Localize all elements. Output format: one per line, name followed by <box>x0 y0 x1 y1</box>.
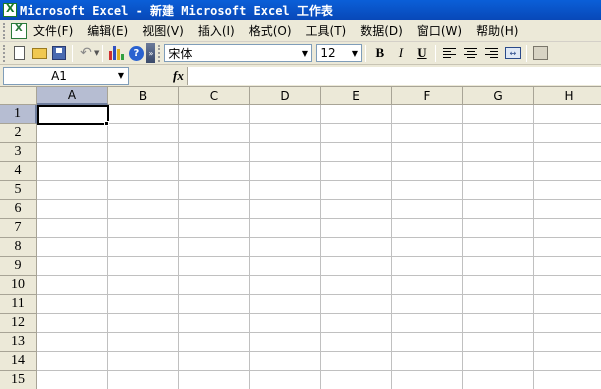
title-bar: Microsoft Excel - 新建 Microsoft Excel 工作表 <box>0 0 601 20</box>
menu-file[interactable]: 文件(F) <box>33 22 73 39</box>
menu-help[interactable]: 帮助(H) <box>476 22 518 39</box>
italic-button[interactable]: I <box>390 43 411 63</box>
tool-icon <box>533 46 549 60</box>
format-toolbar-grip-handle[interactable] <box>158 44 161 62</box>
row-header[interactable]: 9 <box>0 257 37 276</box>
undo-button[interactable]: ↶ <box>76 43 96 63</box>
save-button[interactable] <box>49 43 69 63</box>
toolbar-grip-handle[interactable] <box>3 44 6 62</box>
save-disk-icon <box>52 46 66 60</box>
help-icon: ? <box>128 45 144 61</box>
name-box[interactable]: A1 ▼ <box>3 66 129 85</box>
font-name-select[interactable]: 宋体 ▼ <box>164 44 313 62</box>
worksheet-grid: A B C D E F G H 1 2 3 4 5 6 7 8 9 10 11 … <box>0 87 601 389</box>
row-header[interactable]: 11 <box>0 295 37 314</box>
row-header[interactable]: 3 <box>0 143 37 162</box>
column-header-e[interactable]: E <box>321 87 392 105</box>
row-header[interactable]: 5 <box>0 181 37 200</box>
align-right-button[interactable] <box>481 43 502 63</box>
menu-tools[interactable]: 工具(T) <box>306 22 347 39</box>
chevron-down-icon[interactable]: ▼ <box>348 45 361 61</box>
workbook-icon[interactable] <box>11 22 27 39</box>
toolbar-separator <box>365 44 367 62</box>
align-left-button[interactable] <box>439 43 460 63</box>
new-button[interactable] <box>9 43 29 63</box>
select-all-corner[interactable] <box>0 87 37 105</box>
open-button[interactable] <box>29 43 49 63</box>
underline-button[interactable]: U <box>411 43 432 63</box>
row-header[interactable]: 12 <box>0 314 37 333</box>
menu-edit[interactable]: 编辑(E) <box>87 22 128 39</box>
menu-bar: 文件(F) 编辑(E) 视图(V) 插入(I) 格式(O) 工具(T) 数据(D… <box>0 20 601 42</box>
insert-function-icon[interactable]: fx <box>173 68 184 84</box>
chart-icon <box>108 46 124 60</box>
chart-wizard-button[interactable] <box>106 43 126 63</box>
font-size-select[interactable]: 12 ▼ <box>316 44 363 62</box>
row-header[interactable]: 4 <box>0 162 37 181</box>
merge-cells-icon: ↔ <box>504 47 521 59</box>
name-box-value: A1 <box>51 68 67 83</box>
row-header[interactable]: 1 <box>0 105 37 124</box>
toolbar-separator <box>526 44 528 62</box>
align-right-icon <box>485 47 499 59</box>
excel-app-icon[interactable] <box>3 2 17 17</box>
row-header[interactable]: 13 <box>0 333 37 352</box>
font-name-value: 宋体 <box>168 46 193 61</box>
row-header[interactable]: 14 <box>0 352 37 371</box>
chevron-down-icon[interactable]: ▼ <box>114 68 128 84</box>
toolbar-separator <box>72 44 73 62</box>
help-button[interactable]: ? <box>126 43 146 63</box>
row-headers: 1 2 3 4 5 6 7 8 9 10 11 12 13 14 15 <box>0 105 37 389</box>
toolbar: ↶ ▼ ? » 宋体 ▼ 12 ▼ B I U ↔ <box>0 42 601 65</box>
toolbar-separator <box>102 44 104 62</box>
align-left-icon <box>443 47 457 59</box>
menu-view[interactable]: 视图(V) <box>142 22 184 39</box>
fill-handle[interactable] <box>104 121 109 126</box>
formula-input[interactable] <box>187 67 601 85</box>
menu-grip-handle[interactable] <box>3 22 7 39</box>
formula-bar: A1 ▼ fx <box>0 65 601 87</box>
active-cell-a1[interactable] <box>37 105 109 125</box>
extra-tool-button[interactable] <box>530 43 551 63</box>
menu-format[interactable]: 格式(O) <box>249 22 292 39</box>
row-header[interactable]: 15 <box>0 371 37 389</box>
cell-area[interactable] <box>37 105 601 389</box>
column-header-f[interactable]: F <box>392 87 463 105</box>
align-center-icon <box>464 47 478 59</box>
chevron-down-icon[interactable]: ▼ <box>298 45 311 61</box>
undo-icon: ↶ <box>80 45 92 61</box>
row-header[interactable]: 10 <box>0 276 37 295</box>
row-header[interactable]: 8 <box>0 238 37 257</box>
column-header-a[interactable]: A <box>37 87 108 105</box>
column-headers: A B C D E F G H <box>37 87 601 105</box>
column-header-h[interactable]: H <box>534 87 601 105</box>
merge-center-button[interactable]: ↔ <box>502 43 523 63</box>
window-title: Microsoft Excel - 新建 Microsoft Excel 工作表 <box>20 3 333 18</box>
menu-insert[interactable]: 插入(I) <box>198 22 235 39</box>
row-header[interactable]: 7 <box>0 219 37 238</box>
new-document-icon <box>13 46 25 60</box>
bold-button[interactable]: B <box>369 43 390 63</box>
row-header[interactable]: 2 <box>0 124 37 143</box>
column-header-b[interactable]: B <box>108 87 179 105</box>
row-header[interactable]: 6 <box>0 200 37 219</box>
font-size-value: 12 <box>320 46 336 60</box>
toolbar-separator <box>435 44 437 62</box>
align-center-button[interactable] <box>460 43 481 63</box>
menu-window[interactable]: 窗口(W) <box>417 22 462 39</box>
column-header-d[interactable]: D <box>250 87 321 105</box>
menu-data[interactable]: 数据(D) <box>360 22 403 39</box>
toolbar-options-icon[interactable]: » <box>146 43 156 63</box>
column-header-c[interactable]: C <box>179 87 250 105</box>
column-header-g[interactable]: G <box>463 87 534 105</box>
open-folder-icon <box>31 47 47 59</box>
